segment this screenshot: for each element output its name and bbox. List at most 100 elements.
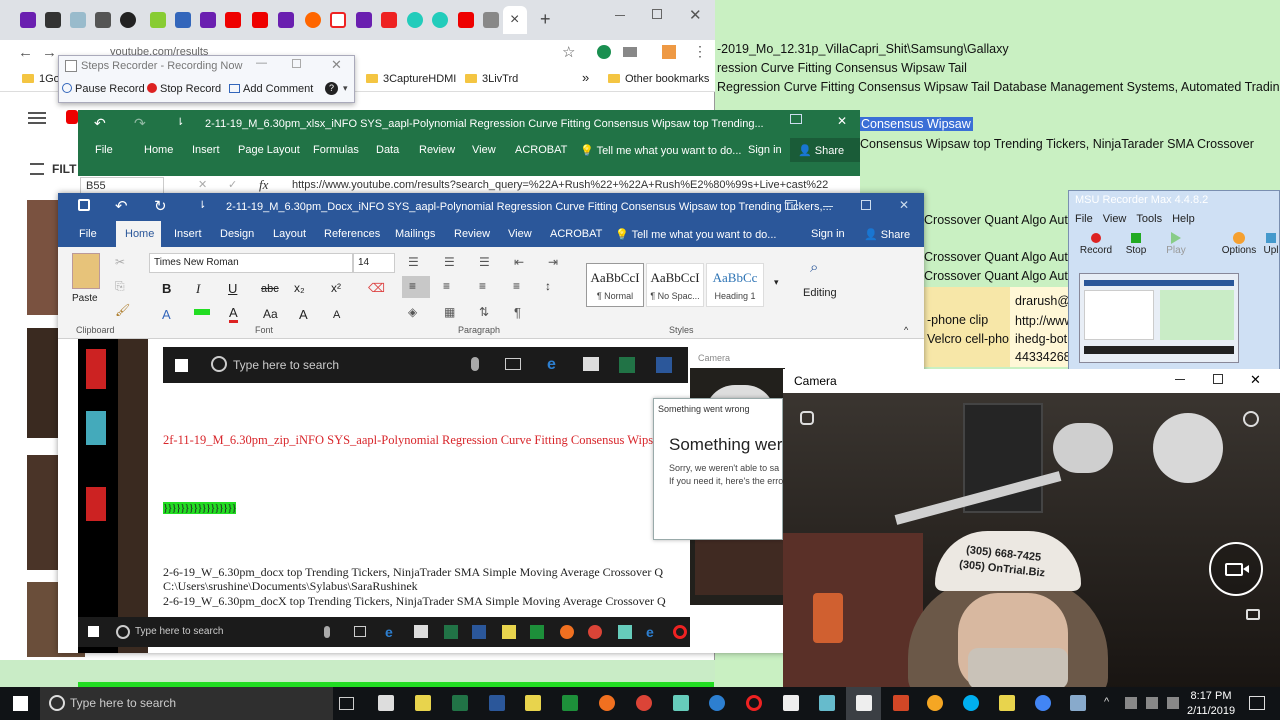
windows-start-icon[interactable] bbox=[13, 696, 28, 711]
minimize-icon[interactable] bbox=[615, 15, 625, 16]
yahoo-tab-icon[interactable] bbox=[278, 12, 294, 28]
excel-tab-review[interactable]: Review bbox=[419, 144, 455, 156]
clock-time[interactable]: 8:17 PM bbox=[1187, 690, 1235, 702]
tab-icon[interactable] bbox=[407, 12, 423, 28]
dropdown-arrow-icon[interactable]: ▾ bbox=[343, 83, 348, 94]
close-tab-icon[interactable]: × bbox=[510, 11, 519, 29]
sort-icon[interactable]: ⇅ bbox=[479, 305, 489, 319]
tab-icon[interactable] bbox=[150, 12, 166, 28]
style-normal[interactable]: AaBbCcI ¶ Normal bbox=[586, 263, 644, 307]
multilevel-list-icon[interactable]: ☰ bbox=[479, 255, 490, 269]
opera-icon[interactable] bbox=[746, 695, 762, 711]
justify-icon[interactable]: ≡ bbox=[513, 279, 520, 293]
font-name-field[interactable]: Times New Roman bbox=[149, 253, 353, 273]
tab-icon[interactable] bbox=[120, 12, 136, 28]
msu-options-button[interactable]: Options bbox=[1221, 231, 1257, 256]
ie-icon[interactable] bbox=[709, 695, 725, 711]
bullets-icon[interactable]: ☰ bbox=[408, 255, 419, 269]
fx-icon[interactable]: fx bbox=[259, 177, 268, 193]
photo-icon[interactable] bbox=[1246, 609, 1260, 620]
save-icon[interactable] bbox=[78, 199, 90, 211]
msu-menu-help[interactable]: Help bbox=[1172, 213, 1195, 225]
close-icon[interactable]: ✕ bbox=[837, 114, 847, 128]
maximize-icon[interactable] bbox=[861, 200, 871, 210]
close-icon[interactable]: ✕ bbox=[1250, 372, 1261, 388]
app-icon[interactable] bbox=[562, 695, 578, 711]
excel-tab-insert[interactable]: Insert bbox=[192, 144, 220, 156]
forward-arrow-icon[interactable]: → bbox=[42, 44, 57, 61]
close-icon[interactable]: ✕ bbox=[899, 198, 909, 212]
excel-tab-home[interactable]: Home bbox=[144, 144, 173, 156]
customize-qat-icon[interactable]: ⇂ bbox=[198, 200, 206, 211]
style-heading-1[interactable]: AaBbCc Heading 1 bbox=[706, 263, 764, 307]
task-view-icon[interactable] bbox=[339, 697, 354, 710]
minimize-icon[interactable] bbox=[823, 206, 833, 207]
close-window-icon[interactable]: ✕ bbox=[689, 6, 702, 24]
tab-icon[interactable] bbox=[175, 12, 191, 28]
app-icon[interactable] bbox=[673, 695, 689, 711]
msu-menu-view[interactable]: View bbox=[1103, 213, 1127, 225]
chrome-icon[interactable] bbox=[1035, 695, 1051, 711]
tab-icon[interactable] bbox=[305, 12, 321, 28]
excel-tab-data[interactable]: Data bbox=[376, 144, 399, 156]
app-icon[interactable] bbox=[927, 695, 943, 711]
font-size-field[interactable]: 14 bbox=[353, 253, 395, 273]
collapse-ribbon-icon[interactable]: ^ bbox=[904, 325, 908, 335]
strikethrough-icon[interactable]: abc bbox=[261, 283, 279, 295]
customize-qat-icon[interactable]: ⇂ bbox=[176, 117, 184, 128]
maximize-icon[interactable] bbox=[652, 9, 662, 19]
word-sign-in[interactable]: Sign in bbox=[811, 228, 845, 240]
stop-record-button[interactable]: Stop Record bbox=[147, 83, 221, 95]
show-hidden-icons-icon[interactable]: ^ bbox=[1104, 696, 1109, 708]
word-tab-mailings[interactable]: Mailings bbox=[395, 228, 435, 240]
confirm-icon[interactable]: ✓ bbox=[228, 178, 237, 191]
minimize-icon[interactable] bbox=[1175, 379, 1185, 380]
excel-tab-view[interactable]: View bbox=[472, 144, 496, 156]
volume-icon[interactable] bbox=[1146, 697, 1158, 709]
cut-icon[interactable]: ✂ bbox=[115, 255, 125, 269]
copy-icon[interactable]: ⎘ bbox=[115, 279, 125, 294]
paste-icon[interactable] bbox=[72, 253, 100, 289]
excel-tab-formulas[interactable]: Formulas bbox=[313, 144, 359, 156]
change-case-icon[interactable]: Aa bbox=[263, 307, 278, 321]
line-spacing-icon[interactable]: ↕ bbox=[545, 279, 551, 293]
format-painter-icon[interactable]: 🖌 bbox=[115, 303, 130, 317]
excel-sign-in[interactable]: Sign in bbox=[748, 144, 782, 156]
pause-record-button[interactable]: Pause Record bbox=[62, 83, 145, 95]
app-icon[interactable] bbox=[819, 695, 835, 711]
clock-date[interactable]: 2/11/2019 bbox=[1187, 705, 1235, 717]
yahoo-tab-icon[interactable] bbox=[356, 12, 372, 28]
youtube-tab-icon[interactable] bbox=[225, 12, 241, 28]
filter-icon[interactable] bbox=[30, 163, 44, 175]
word-tab-view[interactable]: View bbox=[508, 228, 532, 240]
word-tab-review[interactable]: Review bbox=[454, 228, 490, 240]
name-box[interactable]: B55 bbox=[80, 177, 164, 194]
repeat-icon[interactable]: ↻ bbox=[154, 197, 167, 215]
bookmark-item[interactable]: 3LivTrd bbox=[465, 73, 518, 85]
extension-icon[interactable] bbox=[597, 45, 611, 59]
camera-icon[interactable] bbox=[856, 695, 872, 711]
app-icon[interactable] bbox=[1070, 695, 1086, 711]
increase-indent-icon[interactable]: ⇥ bbox=[548, 255, 558, 269]
superscript-icon[interactable]: x² bbox=[331, 281, 341, 295]
camera-settings-icon[interactable] bbox=[800, 411, 814, 425]
youtube-tab-icon[interactable] bbox=[252, 12, 268, 28]
grow-font-icon[interactable]: A bbox=[299, 307, 308, 322]
subscript-icon[interactable]: x₂ bbox=[294, 281, 305, 295]
word-tab-design[interactable]: Design bbox=[220, 228, 254, 240]
word-tab-home[interactable]: Home bbox=[125, 228, 154, 240]
back-arrow-icon[interactable]: ← bbox=[18, 44, 33, 61]
skype-icon[interactable] bbox=[963, 695, 979, 711]
excel-share-button[interactable]: 👤 Share bbox=[798, 144, 844, 157]
store-icon[interactable] bbox=[378, 695, 394, 711]
excel-tab-acrobat[interactable]: ACROBAT bbox=[515, 144, 567, 156]
minimize-icon[interactable]: — bbox=[256, 57, 267, 69]
bookmark-other[interactable]: Other bookmarks bbox=[608, 73, 709, 85]
msu-record-button[interactable]: Record bbox=[1079, 231, 1113, 256]
word-tab-acrobat[interactable]: ACROBAT bbox=[550, 228, 602, 240]
excel-icon[interactable] bbox=[452, 695, 468, 711]
yahoo-tab-icon[interactable] bbox=[20, 12, 36, 28]
close-icon[interactable]: ✕ bbox=[331, 57, 342, 73]
filter-label[interactable]: FILT bbox=[52, 162, 76, 176]
video-capture-button[interactable] bbox=[1209, 542, 1263, 596]
